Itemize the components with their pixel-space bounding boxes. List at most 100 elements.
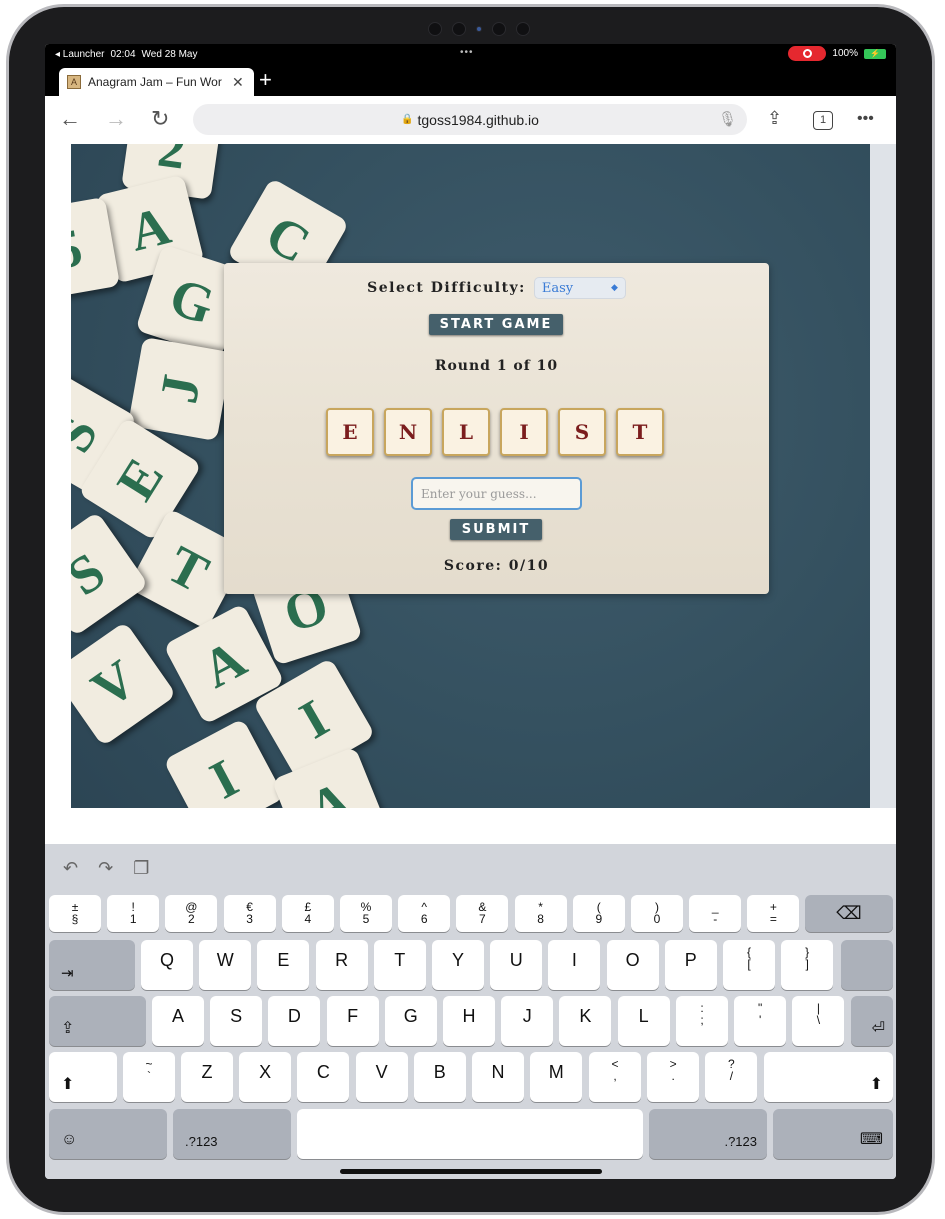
key-z[interactable]: Z: [181, 1052, 233, 1102]
key-base-symbol: ,: [613, 1069, 617, 1083]
key-punct[interactable]: <,: [589, 1052, 641, 1102]
hide-keyboard-key[interactable]: ⌨: [773, 1109, 893, 1159]
key-v[interactable]: V: [355, 1052, 408, 1102]
browser-toolbar: ← → ↻ 🔒 tgoss1984.github.io 🎙 ⇪ 1 •••: [45, 96, 896, 144]
key-4[interactable]: £4: [281, 895, 334, 932]
key-y[interactable]: Y: [432, 940, 484, 990]
key-base-symbol: [: [747, 957, 751, 971]
blank-key[interactable]: [841, 940, 893, 990]
more-menu-icon[interactable]: •••: [857, 110, 874, 128]
numbers-mode-key[interactable]: .?123: [173, 1109, 291, 1159]
key-punct[interactable]: :;: [676, 996, 728, 1046]
caps-lock-icon: ⇪: [61, 1020, 75, 1037]
key-8[interactable]: * 8: [514, 895, 567, 932]
key-f[interactable]: F: [326, 996, 379, 1046]
key-a[interactable]: A: [152, 996, 204, 1046]
numbers-mode-key[interactable]: .?123: [649, 1109, 767, 1159]
key-punct[interactable]: " ': [734, 996, 787, 1046]
key-t[interactable]: T: [373, 940, 426, 990]
key-k[interactable]: K: [559, 996, 612, 1046]
key-bracket[interactable]: }]: [781, 940, 834, 990]
key-punct[interactable]: | \: [792, 996, 845, 1046]
key-u[interactable]: U: [490, 940, 543, 990]
browser-tab[interactable]: A Anagram Jam – Fun Wor ✕: [59, 68, 254, 96]
reload-icon[interactable]: ↻: [151, 106, 169, 132]
tab-count-button[interactable]: 1: [813, 111, 833, 130]
key--[interactable]: _ -: [689, 895, 742, 932]
difficulty-select[interactable]: Easy ◆: [533, 277, 626, 299]
round-indicator: Round 1 of 10: [434, 358, 559, 374]
camera-array: [409, 19, 549, 39]
return-key[interactable]: ⏎: [851, 996, 893, 1046]
address-bar[interactable]: 🔒 tgoss1984.github.io 🎙: [193, 104, 747, 135]
key-q[interactable]: Q: [141, 940, 193, 990]
key-j[interactable]: J: [501, 996, 554, 1046]
key-p[interactable]: P: [664, 940, 717, 990]
multitask-dots[interactable]: •••: [460, 47, 474, 58]
shift-right-key[interactable]: ⬆: [764, 1052, 893, 1102]
key-w[interactable]: W: [199, 940, 252, 990]
key-h[interactable]: H: [443, 996, 495, 1046]
submit-button[interactable]: SUBMIT: [450, 519, 542, 540]
key-9[interactable]: (9: [572, 895, 625, 932]
new-tab-icon[interactable]: +: [259, 68, 272, 92]
key-6[interactable]: ^ 6: [398, 895, 451, 932]
key-3[interactable]: €3: [223, 895, 276, 932]
key-m[interactable]: M: [530, 1052, 583, 1102]
back-to-app-link[interactable]: ◂ Launcher: [55, 49, 105, 60]
caps-lock-key[interactable]: ⇪: [49, 996, 146, 1046]
home-indicator[interactable]: [340, 1169, 602, 1174]
key-b[interactable]: B: [413, 1052, 466, 1102]
site-favicon-icon: A: [67, 75, 81, 89]
key-§[interactable]: ± §: [49, 895, 101, 932]
back-arrow-icon[interactable]: ←: [59, 106, 81, 132]
key-s[interactable]: S: [210, 996, 263, 1046]
key-x[interactable]: X: [239, 1052, 292, 1102]
key-e[interactable]: E: [257, 940, 310, 990]
key-1[interactable]: ! 1: [107, 895, 160, 932]
key-g[interactable]: G: [384, 996, 437, 1046]
key-punct[interactable]: ? /: [705, 1052, 758, 1102]
share-icon[interactable]: ⇪: [767, 108, 782, 129]
shift-left-key[interactable]: ⬆: [49, 1052, 117, 1102]
key-tilde[interactable]: ~ `: [123, 1052, 175, 1102]
tab-key[interactable]: ⇥: [49, 940, 135, 990]
screen-record-icon[interactable]: [788, 46, 827, 61]
letter-tile: L: [442, 408, 490, 456]
key-r[interactable]: R: [315, 940, 368, 990]
letter-tile: T: [616, 408, 664, 456]
chevron-updown-icon: ◆: [610, 283, 618, 293]
letter-tile: N: [384, 408, 432, 456]
key-=[interactable]: + =: [747, 895, 800, 932]
backspace-icon: ⌫: [836, 903, 862, 923]
close-tab-icon[interactable]: ✕: [232, 74, 244, 91]
space-bar[interactable]: [297, 1109, 643, 1159]
key-5[interactable]: % 5: [340, 895, 392, 932]
guess-input[interactable]: [411, 477, 582, 510]
key-i[interactable]: I: [548, 940, 601, 990]
forward-arrow-icon[interactable]: →: [105, 106, 127, 132]
start-game-button[interactable]: START GAME: [429, 314, 563, 335]
page-scroll-track[interactable]: [870, 144, 896, 808]
backspace-key[interactable]: ⌫: [805, 895, 893, 932]
key-0[interactable]: ) 0: [631, 895, 683, 932]
undo-icon[interactable]: ↶: [63, 858, 78, 879]
microphone-icon[interactable]: 🎙: [718, 110, 737, 128]
key-l[interactable]: L: [617, 996, 670, 1046]
key-7[interactable]: & 7: [456, 895, 509, 932]
web-page: 2 A C G 5 J S E T S A V I I O A Select D…: [45, 144, 896, 844]
url-text: tgoss1984.github.io: [417, 111, 539, 128]
redo-icon[interactable]: ↷: [98, 858, 113, 879]
key-bracket[interactable]: {[: [723, 940, 775, 990]
key-2[interactable]: @2: [165, 895, 218, 932]
key-base-symbol: ;: [700, 1013, 704, 1027]
key-c[interactable]: C: [297, 1052, 350, 1102]
key-n[interactable]: N: [472, 1052, 524, 1102]
paste-icon[interactable]: ❐: [133, 858, 149, 879]
on-screen-keyboard: ↶ ↷ ❐ ± §! 1 @2 €3 £4% 5 ^ 6 & 7 * 8(9) 0 _ - + = ⌫ ⇥ Q W E R T Y…: [45, 844, 896, 1179]
emoji-key[interactable]: ☺: [49, 1109, 167, 1159]
key-d[interactable]: D: [268, 996, 321, 1046]
key-o[interactable]: O: [606, 940, 659, 990]
key-punct[interactable]: >.: [647, 1052, 700, 1102]
lock-icon: 🔒: [401, 114, 414, 125]
